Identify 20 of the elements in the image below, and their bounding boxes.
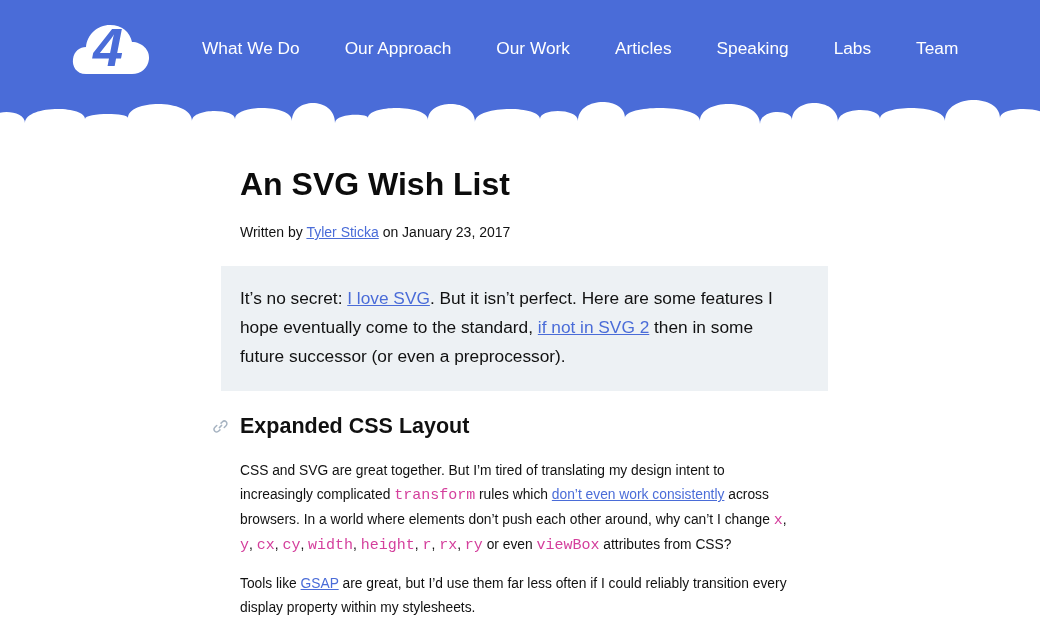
nav-link[interactable]: Articles xyxy=(614,36,672,60)
body-paragraph: Tools like GSAP are great, but I’d use them far less often if I could reliably transition every display property within my stylesheets. xyxy=(240,575,788,617)
text-link[interactable]: if not in SVG 2 xyxy=(537,317,650,337)
author-link[interactable]: Tyler Sticka xyxy=(306,224,379,240)
byline-text: Written by Tyler Sticka on January 23, 2017 xyxy=(240,223,512,242)
nav-link[interactable]: Speaking xyxy=(716,36,789,60)
logo-link[interactable]: 4 xyxy=(72,21,150,75)
text-link[interactable]: GSAP xyxy=(300,576,339,591)
text-link[interactable]: don’t even work consistently xyxy=(551,487,725,502)
nav-link[interactable]: What We Do xyxy=(202,36,300,60)
body-paragraph: CSS and SVG are great together. But I’m tired of translating my design intent to increasingly complicated transform rules which don’t even work consistently across browsers. In a world where elements don’t push each other around, why can’t I change x, y, cx, cy, width, height, r, rx, ry or even viewBox attributes from CSS? xyxy=(240,462,788,556)
nav-link[interactable]: Labs xyxy=(833,36,872,60)
link-icon[interactable] xyxy=(213,418,228,434)
nav-link[interactable]: Our Approach xyxy=(344,36,452,60)
nav-link[interactable]: Team xyxy=(916,36,959,60)
text-link[interactable]: I love SVG xyxy=(347,288,430,308)
section-heading: Expanded CSS Layout xyxy=(240,413,470,440)
intro-paragraph: It’s no secret: I love SVG. But it isn’t perfect. Here are some features I hope eventually come to the standard, if not in SVG 2 then in some future successor (or even a preprocessor). xyxy=(240,287,774,368)
article-title: An SVG Wish List xyxy=(240,165,511,204)
nav-link[interactable]: Our Work xyxy=(496,36,570,60)
